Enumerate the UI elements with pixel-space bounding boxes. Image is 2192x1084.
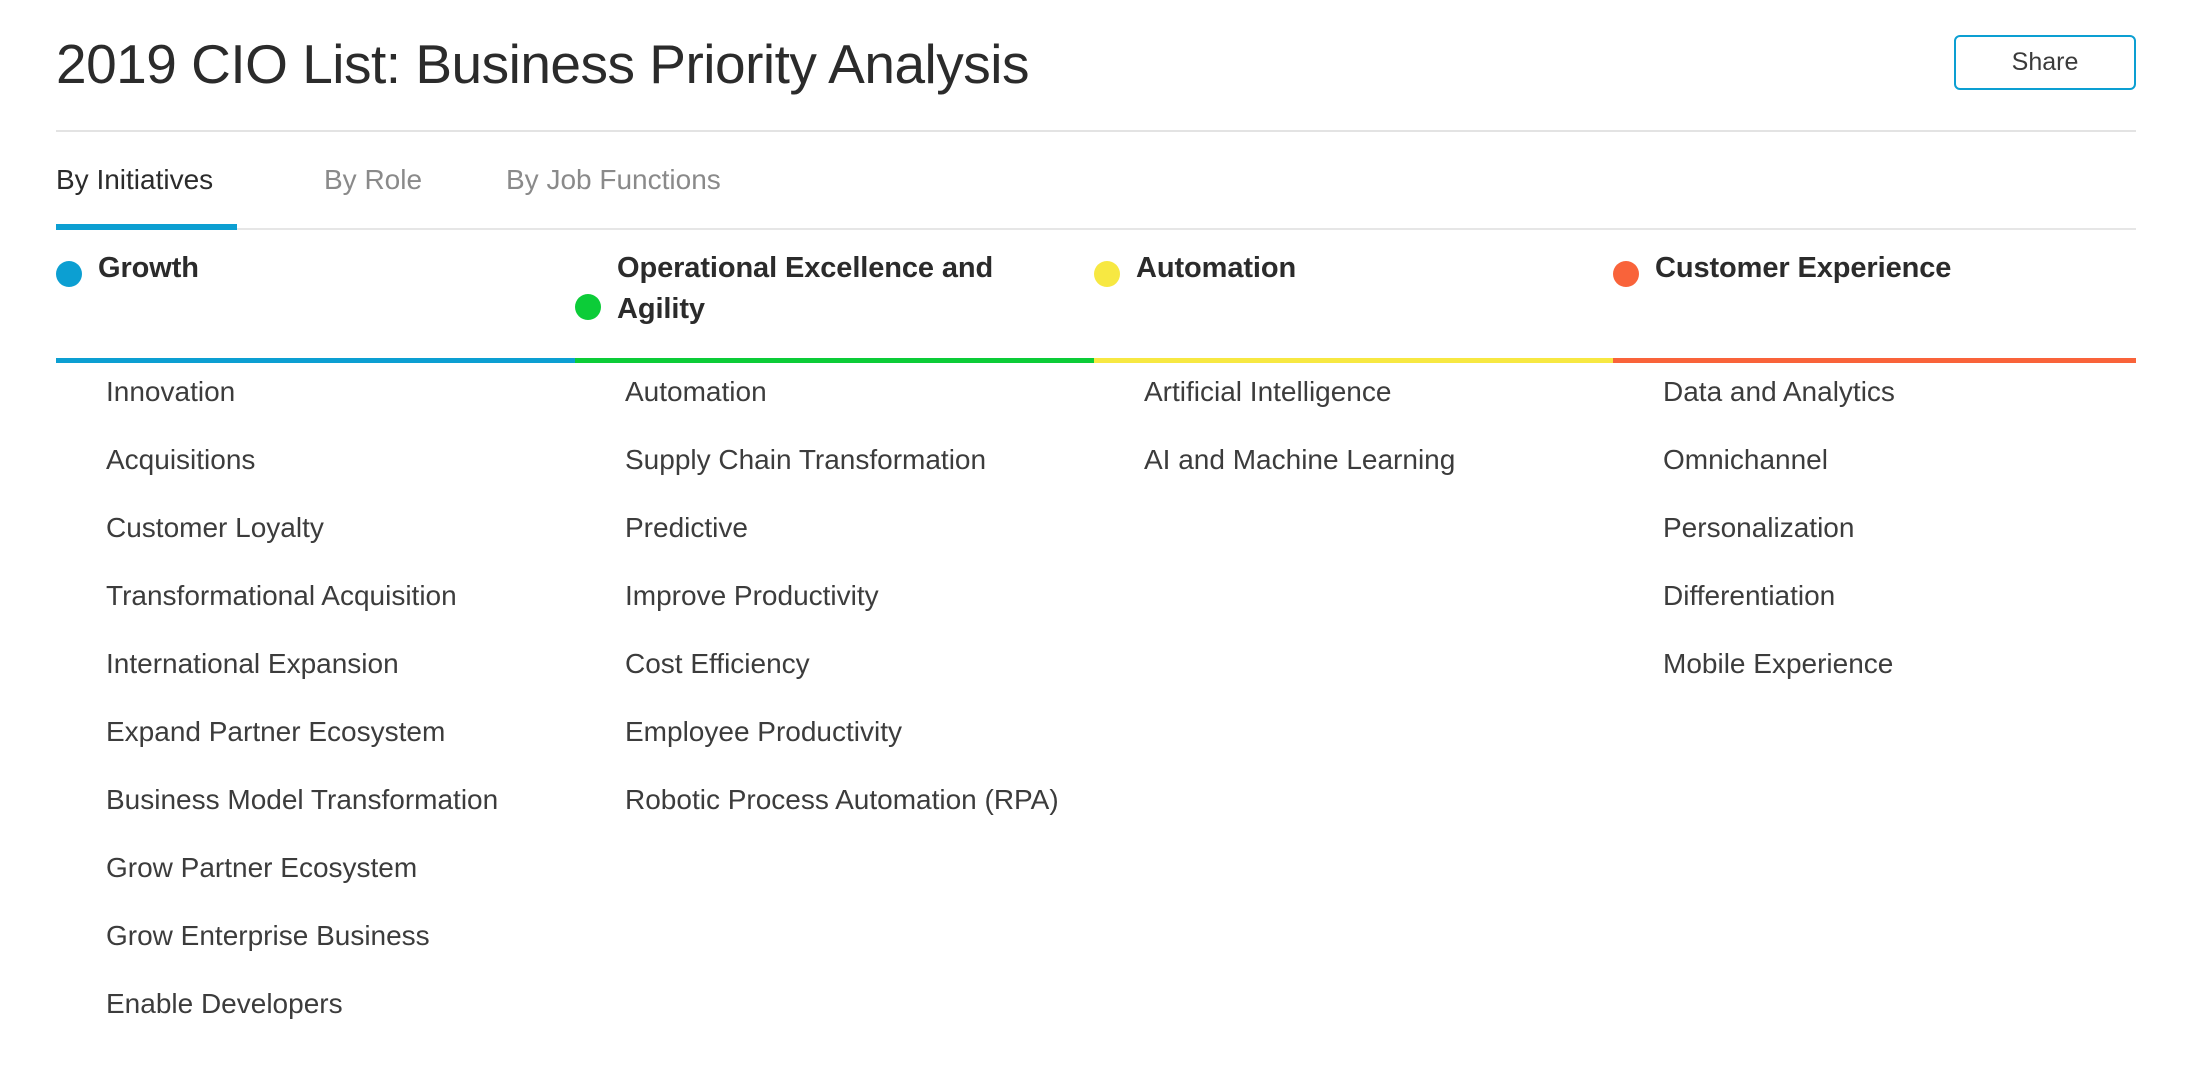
list-item[interactable]: Expand Partner Ecosystem	[106, 718, 576, 786]
accent-bar-growth	[56, 358, 575, 363]
list-growth: Innovation Acquisitions Customer Loyalty…	[106, 378, 576, 1058]
column-title: Operational Excellence and Agility	[617, 252, 994, 326]
tab-by-role[interactable]: By Role	[324, 152, 422, 208]
tab-label: By Role	[324, 164, 423, 195]
tab-bar-underline	[56, 228, 2136, 230]
header-divider	[56, 130, 2136, 132]
page-header: 2019 CIO List: Business Priority Analysi…	[0, 0, 2192, 122]
list-item[interactable]: Enable Developers	[106, 990, 576, 1058]
accent-bar-automation	[1094, 358, 1613, 363]
list-operational-excellence: Automation Supply Chain Transformation P…	[625, 378, 1095, 854]
list-customer-experience: Data and Analytics Omnichannel Personali…	[1663, 378, 2133, 718]
column-lists: Innovation Acquisitions Customer Loyalty…	[56, 378, 2136, 1084]
automation-color-dot-icon	[1094, 261, 1120, 287]
list-item[interactable]: Improve Productivity	[625, 582, 1095, 650]
list-item[interactable]: Grow Enterprise Business	[106, 922, 576, 990]
customer-experience-color-dot-icon	[1613, 261, 1639, 287]
list-item[interactable]: Automation	[625, 378, 1095, 446]
growth-color-dot-icon	[56, 261, 82, 287]
tab-by-initiatives[interactable]: By Initiatives	[56, 152, 213, 208]
column-headers: Growth Operational Excellence and Agilit…	[56, 248, 2136, 370]
initiative-columns: Growth Operational Excellence and Agilit…	[56, 248, 2136, 1084]
list-item[interactable]: Business Model Transformation	[106, 786, 576, 854]
list-item[interactable]: Differentiation	[1663, 582, 2133, 650]
list-item[interactable]: Acquisitions	[106, 446, 576, 514]
list-item[interactable]: Personalization	[1663, 514, 2133, 582]
tab-label: By Job Functions	[506, 164, 721, 195]
list-item[interactable]: AI and Machine Learning	[1144, 446, 1614, 514]
accent-bar-operational-excellence	[575, 358, 1094, 363]
list-item[interactable]: Grow Partner Ecosystem	[106, 854, 576, 922]
list-item[interactable]: Robotic Process Automation (RPA)	[625, 786, 1095, 854]
list-item[interactable]: Data and Analytics	[1663, 378, 2133, 446]
column-title: Customer Experience	[1655, 252, 1952, 284]
column-header-customer-experience: Customer Experience	[1613, 248, 2053, 289]
list-item[interactable]: Predictive	[625, 514, 1095, 582]
list-item[interactable]: Customer Loyalty	[106, 514, 576, 582]
column-header-growth: Growth	[56, 248, 436, 289]
column-title: Growth	[98, 252, 199, 284]
list-item[interactable]: Innovation	[106, 378, 576, 446]
business-priority-analysis-page: 2019 CIO List: Business Priority Analysi…	[0, 0, 2192, 1084]
share-button[interactable]: Share	[1954, 34, 2136, 90]
list-item[interactable]: International Expansion	[106, 650, 576, 718]
accent-bar-customer-experience	[1613, 358, 2136, 363]
tab-bar: By Initiatives By Role By Job Functions	[56, 152, 2136, 230]
list-item[interactable]: Employee Productivity	[625, 718, 1095, 786]
list-automation: Artificial Intelligence AI and Machine L…	[1144, 378, 1614, 514]
tab-label: By Initiatives	[56, 164, 214, 195]
list-item[interactable]: Mobile Experience	[1663, 650, 2133, 718]
list-item[interactable]: Artificial Intelligence	[1144, 378, 1614, 446]
column-header-automation: Automation	[1094, 248, 1474, 289]
page-title: 2019 CIO List: Business Priority Analysi…	[56, 32, 1029, 95]
active-tab-indicator	[56, 224, 237, 230]
column-header-operational-excellence: Operational Excellence and Agility	[575, 248, 1005, 330]
list-item[interactable]: Cost Efficiency	[625, 650, 1095, 718]
tab-by-job-functions[interactable]: By Job Functions	[506, 152, 721, 208]
column-title: Automation	[1136, 252, 1297, 284]
list-item[interactable]: Transformational Acquisition	[106, 582, 576, 650]
list-item[interactable]: Supply Chain Transformation	[625, 446, 1095, 514]
list-item[interactable]: Omnichannel	[1663, 446, 2133, 514]
column-accent-bars	[56, 358, 2136, 363]
operational-excellence-color-dot-icon	[575, 294, 601, 320]
